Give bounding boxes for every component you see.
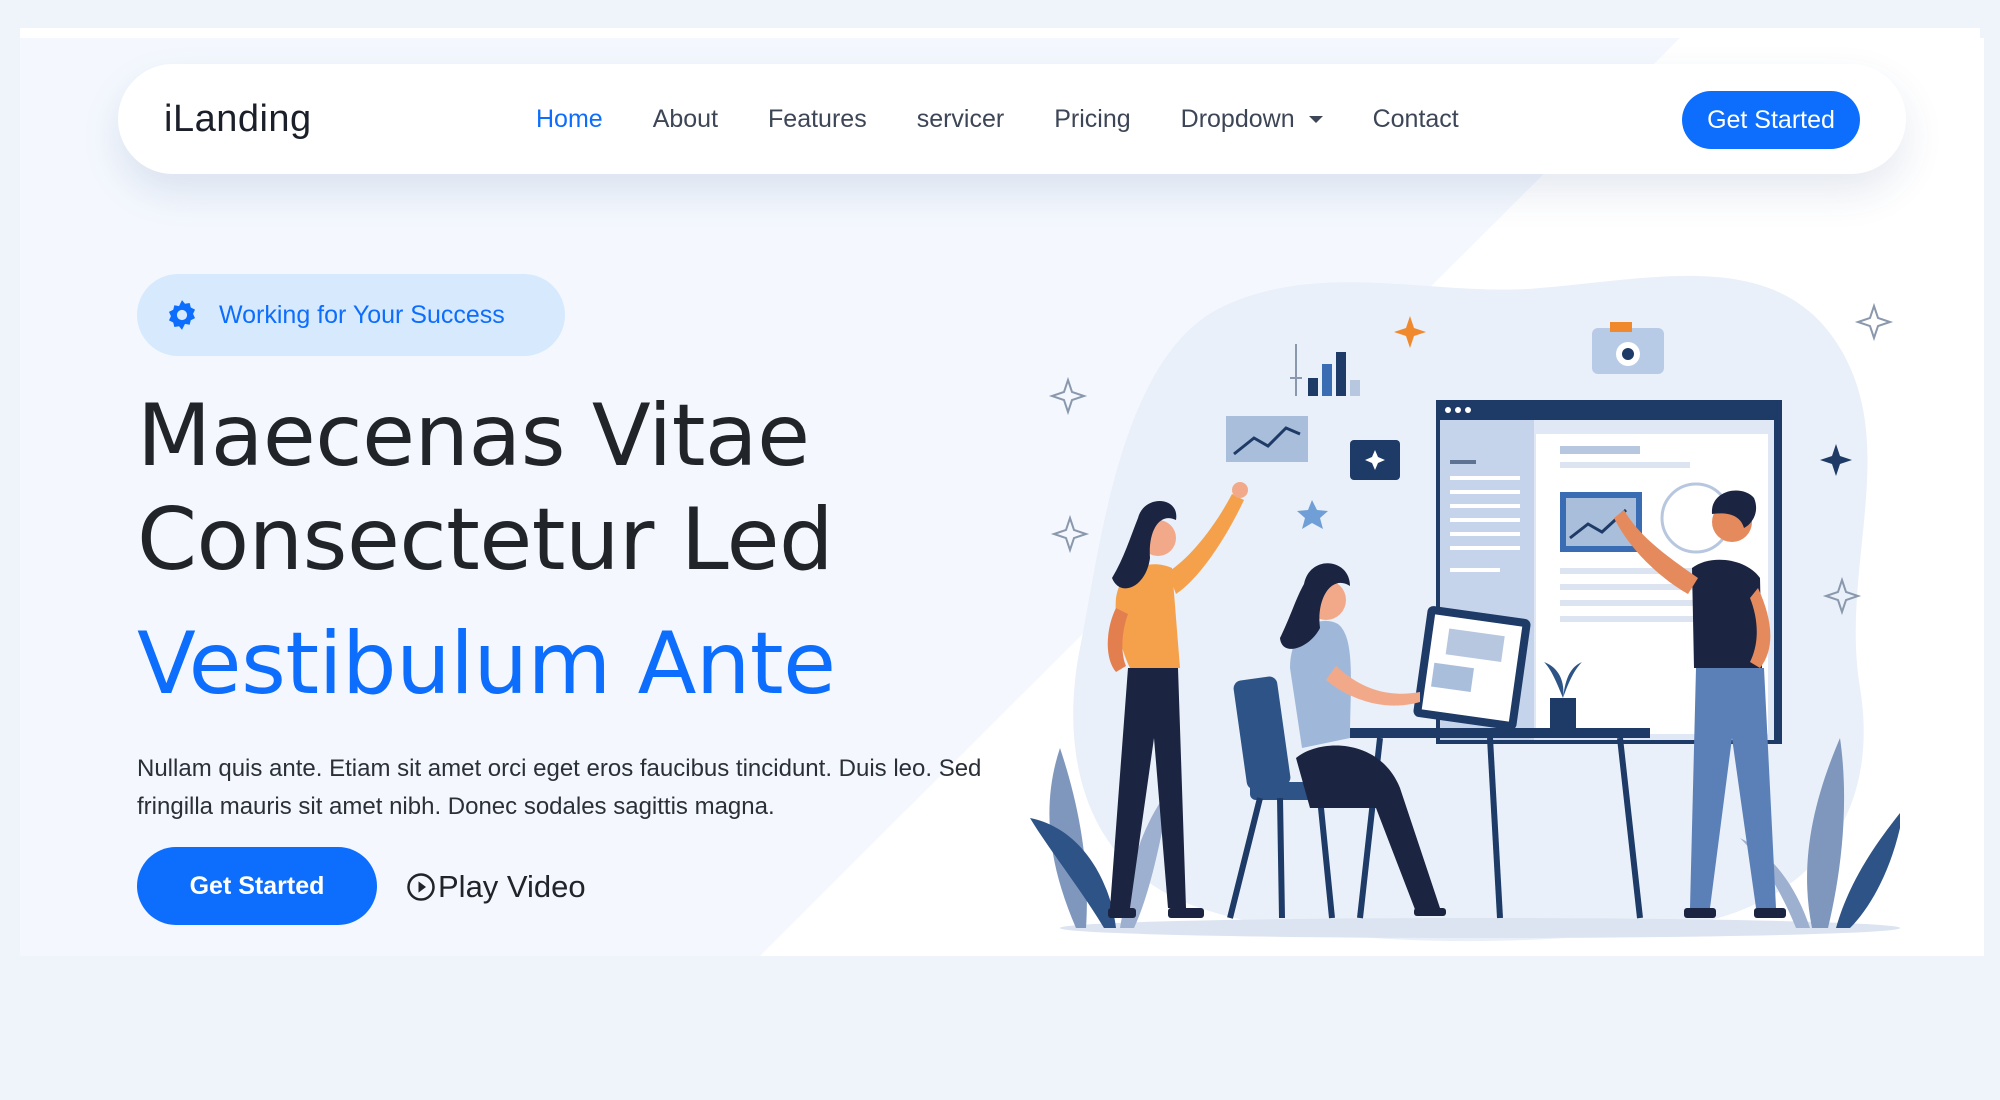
- line-chart-card-icon: [1226, 416, 1308, 462]
- nav-home[interactable]: Home: [536, 105, 603, 134]
- hero-illustration: [1030, 275, 1900, 942]
- play-circle-icon: [407, 873, 435, 901]
- nav-contact-label: Contact: [1372, 104, 1459, 133]
- laptop: [1413, 606, 1531, 730]
- nav-servicer-label: servicer: [916, 104, 1005, 133]
- gear-icon: [168, 300, 196, 330]
- nav-about[interactable]: About: [653, 105, 718, 134]
- nav-contact[interactable]: Contact: [1373, 105, 1459, 134]
- top-strip: [20, 28, 1980, 38]
- hero-title-line-1: Maecenas Vitae: [137, 386, 810, 486]
- nav-servicer[interactable]: servicer: [917, 105, 1005, 134]
- badge-text: Working for Your Success: [219, 300, 505, 329]
- nav-features[interactable]: Features: [768, 105, 867, 134]
- hero-title-line-2: Consectetur Led: [137, 490, 834, 590]
- site-header: iLanding Home About Features servicer Pr…: [118, 64, 1906, 174]
- site-logo[interactable]: iLanding: [164, 64, 312, 174]
- nav-pricing-label: Pricing: [1054, 104, 1131, 133]
- play-video-link[interactable]: Play Video: [406, 866, 586, 908]
- nav-dropdown[interactable]: Dropdown: [1181, 105, 1323, 134]
- nav-home-label: Home: [536, 104, 603, 133]
- play-video-label: Play Video: [438, 869, 586, 904]
- plus-square-icon: [1350, 440, 1400, 480]
- floor-shadow: [1060, 918, 1900, 938]
- caret-down-icon: [1308, 115, 1323, 123]
- nav-about-label: About: [652, 104, 719, 133]
- hero-description: Nullam quis ante. Etiam sit amet orci eg…: [137, 755, 982, 820]
- nav-features-label: Features: [768, 104, 867, 133]
- camera-icon: [1592, 322, 1664, 374]
- nav-dropdown-label: Dropdown: [1180, 104, 1295, 133]
- hero-badge: Working for Your Success: [137, 274, 565, 356]
- hero-title-highlight: Vestibulum Ante: [137, 614, 836, 714]
- hero-get-started-button[interactable]: Get Started: [137, 847, 377, 925]
- main-nav: Home About Features servicer Pricing Dro…: [536, 64, 1509, 174]
- header-get-started-button[interactable]: Get Started: [1682, 91, 1860, 149]
- nav-pricing[interactable]: Pricing: [1054, 105, 1130, 134]
